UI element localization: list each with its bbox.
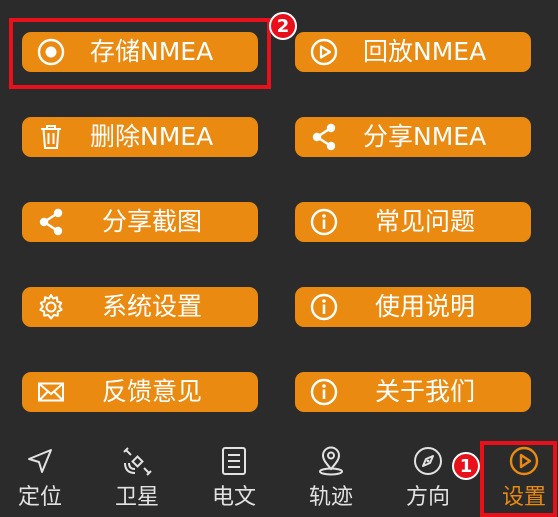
nav-tab-message-label: 电文 bbox=[211, 485, 256, 510]
gear-icon bbox=[39, 294, 63, 320]
delete-nmea-button[interactable]: 删除NMEA bbox=[22, 117, 258, 157]
share-screenshot-button[interactable]: 分享截图 bbox=[22, 202, 258, 242]
nav-tab-satellite-label: 卫星 bbox=[114, 485, 159, 510]
replay-nmea-label: 回放NMEA bbox=[363, 37, 487, 66]
step-badge-1: 1 bbox=[452, 452, 480, 480]
feedback-label: 反馈意见 bbox=[102, 377, 203, 406]
document-icon bbox=[222, 447, 246, 475]
delete-nmea-label: 删除NMEA bbox=[90, 122, 214, 151]
location-pin-icon bbox=[319, 446, 343, 476]
about-us-label: 关于我们 bbox=[375, 377, 476, 406]
nav-tab-track-label: 轨迹 bbox=[308, 485, 353, 510]
share-screenshot-label: 分享截图 bbox=[102, 207, 203, 236]
share-nmea-button[interactable]: 分享NMEA bbox=[295, 117, 531, 157]
share-icon bbox=[312, 123, 336, 151]
nav-tab-locate[interactable]: 定位 bbox=[14, 440, 66, 517]
faq-label: 常见问题 bbox=[375, 207, 476, 236]
nav-tab-satellite[interactable]: 卫星 bbox=[111, 440, 163, 517]
highlight-box-store-nmea bbox=[9, 18, 271, 89]
feedback-button[interactable]: 反馈意见 bbox=[22, 372, 258, 412]
nav-tab-track[interactable]: 轨迹 bbox=[305, 440, 357, 517]
compass-icon bbox=[414, 447, 442, 475]
highlight-box-settings-tab bbox=[480, 441, 557, 517]
info-icon bbox=[310, 378, 338, 406]
info-icon bbox=[310, 293, 338, 321]
instructions-button[interactable]: 使用说明 bbox=[295, 287, 531, 327]
about-us-button[interactable]: 关于我们 bbox=[295, 372, 531, 412]
replay-nmea-button[interactable]: 回放NMEA bbox=[295, 32, 531, 72]
play-circle-icon bbox=[310, 38, 338, 66]
instructions-label: 使用说明 bbox=[375, 292, 476, 321]
step-badge-2: 2 bbox=[269, 12, 297, 40]
faq-button[interactable]: 常见问题 bbox=[295, 202, 531, 242]
nav-tab-message[interactable]: 电文 bbox=[208, 440, 260, 517]
share-nmea-label: 分享NMEA bbox=[363, 122, 487, 151]
trash-icon bbox=[41, 125, 61, 149]
nav-tab-direction-label: 方向 bbox=[405, 485, 450, 510]
system-settings-label: 系统设置 bbox=[102, 292, 203, 321]
info-icon bbox=[310, 208, 338, 236]
navigation-arrow-icon bbox=[28, 449, 52, 473]
satellite-icon bbox=[123, 447, 152, 476]
mail-icon bbox=[38, 382, 64, 402]
system-settings-button[interactable]: 系统设置 bbox=[22, 287, 258, 327]
nav-tab-locate-label: 定位 bbox=[17, 485, 62, 510]
share-icon bbox=[39, 208, 63, 236]
nav-tab-direction[interactable]: 方向 bbox=[402, 440, 454, 517]
